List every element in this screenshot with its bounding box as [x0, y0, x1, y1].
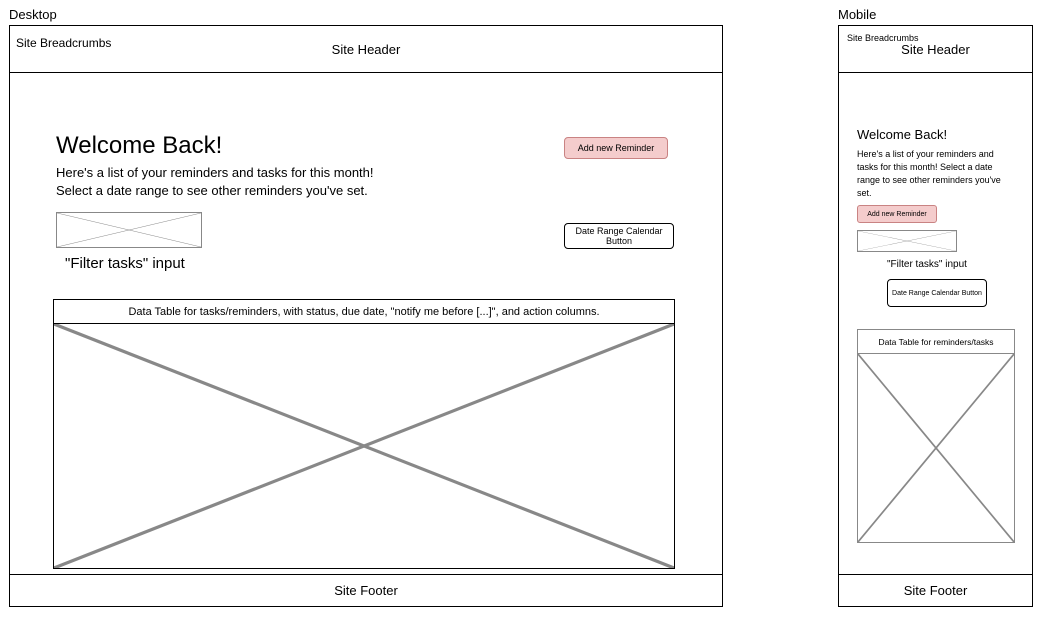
filter-tasks-input-caption: "Filter tasks" input: [65, 255, 185, 272]
reminders-data-table[interactable]: Data Table for reminders/tasks: [857, 329, 1015, 543]
page-subtitle: Here's a list of your reminders and task…: [56, 164, 396, 199]
page-title: Welcome Back!: [857, 127, 1017, 142]
site-header: Site Header: [839, 26, 1032, 73]
site-footer: Site Footer: [839, 574, 1032, 606]
reminders-data-table[interactable]: Data Table for tasks/reminders, with sta…: [53, 299, 675, 569]
data-table-caption: Data Table for tasks/reminders, with sta…: [54, 300, 674, 324]
mobile-frame-label: Mobile: [838, 7, 876, 22]
site-footer: Site Footer: [10, 574, 722, 606]
data-table-body-placeholder: [54, 324, 674, 568]
data-table-body-placeholder: [858, 354, 1014, 542]
desktop-body: Welcome Back! Here's a list of your remi…: [10, 107, 722, 574]
add-reminder-button[interactable]: Add new Reminder: [564, 137, 668, 159]
desktop-frame-label: Desktop: [9, 7, 57, 22]
date-range-button-label: Date Range Calendar Button: [571, 226, 667, 246]
page-subtitle: Here's a list of your reminders and task…: [857, 148, 1017, 200]
mobile-body: Welcome Back! Here's a list of your remi…: [839, 97, 1032, 574]
date-range-calendar-button[interactable]: Date Range Calendar Button: [564, 223, 674, 249]
site-footer-label: Site Footer: [904, 583, 968, 598]
site-header-label: Site Header: [901, 42, 970, 57]
page-title: Welcome Back!: [56, 132, 396, 160]
wireframe-canvas: Desktop Mobile Site Header Site Breadcru…: [0, 0, 1041, 621]
site-header: Site Header: [10, 26, 722, 73]
filter-tasks-input[interactable]: [857, 230, 957, 252]
data-table-caption: Data Table for reminders/tasks: [858, 330, 1014, 354]
welcome-block: Welcome Back! Here's a list of your remi…: [857, 127, 1017, 200]
site-header-label: Site Header: [332, 42, 401, 57]
mobile-frame: Site Header Site Breadcrumbs Welcome Bac…: [838, 25, 1033, 607]
add-reminder-button[interactable]: Add new Reminder: [857, 205, 937, 223]
site-footer-label: Site Footer: [334, 583, 398, 598]
date-range-calendar-button[interactable]: Date Range Calendar Button: [887, 279, 987, 307]
date-range-button-label: Date Range Calendar Button: [892, 290, 982, 297]
add-reminder-button-label: Add new Reminder: [867, 211, 927, 218]
add-reminder-button-label: Add new Reminder: [578, 143, 655, 153]
filter-tasks-input-caption: "Filter tasks" input: [887, 259, 967, 270]
filter-tasks-input[interactable]: [56, 212, 202, 248]
desktop-frame: Site Header Site Breadcrumbs Welcome Bac…: [9, 25, 723, 607]
welcome-block: Welcome Back! Here's a list of your remi…: [56, 132, 396, 199]
